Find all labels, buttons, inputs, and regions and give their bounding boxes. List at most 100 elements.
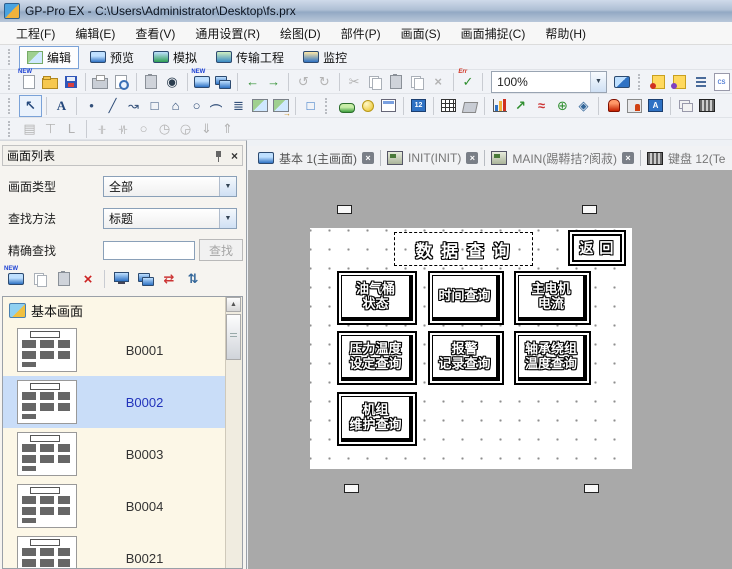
transfer-project-button[interactable]: 传输工程	[208, 46, 292, 69]
trend-graph-part-button[interactable]: ≈	[531, 96, 552, 116]
design-surface[interactable]: 数 据 查 询 返 回 油气桶 状态 时间查询	[310, 228, 632, 469]
recipe-part-button[interactable]	[459, 96, 480, 116]
save-button[interactable]	[60, 72, 81, 92]
tab-close-icon[interactable]: ×	[466, 152, 478, 164]
zoom-level-combobox[interactable]: 100% ▼	[491, 71, 607, 93]
list-scrollbar[interactable]: ▲	[225, 297, 242, 568]
zoom-dropdown-arrow[interactable]: ▼	[590, 72, 606, 92]
simulate-mode-button[interactable]: 模拟	[145, 46, 205, 69]
place-image-button[interactable]	[249, 96, 270, 116]
selection-handle[interactable]	[337, 205, 352, 214]
tab-main[interactable]: MAIN(踢鞯拮?阂菽) ×	[485, 150, 640, 167]
exact-search-input[interactable]	[103, 241, 195, 260]
keyboard-part-button[interactable]	[696, 96, 717, 116]
arc-tool-button[interactable]: (	[207, 96, 228, 116]
bar-graph-part-button[interactable]	[489, 96, 510, 116]
lamp-part-button[interactable]	[357, 96, 378, 116]
redo-button[interactable]: ↻	[314, 72, 335, 92]
delete-button[interactable]: ×	[428, 72, 449, 92]
tree-root-base-screens[interactable]: 基本画面	[3, 297, 242, 324]
move-down-button[interactable]: ⇓	[196, 119, 217, 139]
time-query-button-object[interactable]: 时间查询	[428, 271, 504, 325]
polygon-tool-button[interactable]: ⌂	[165, 96, 186, 116]
screen-list-item-selected[interactable]: B0002	[3, 376, 242, 428]
alarm-part-button[interactable]	[603, 96, 624, 116]
pin-icon[interactable]	[213, 150, 225, 162]
transfer-settings-button[interactable]	[690, 72, 711, 92]
new-screen-button[interactable]: NEW	[191, 72, 212, 92]
transfer-receive-button[interactable]	[669, 72, 690, 92]
special-data-part-button[interactable]: ◈	[573, 96, 594, 116]
menu-view[interactable]: 查看(V)	[125, 22, 185, 45]
selection-handle[interactable]	[582, 205, 597, 214]
tab-close-icon[interactable]: ×	[362, 152, 374, 164]
scroll-up-button[interactable]: ▲	[226, 297, 241, 312]
fit-screen-button[interactable]	[611, 72, 632, 92]
menu-draw[interactable]: 绘图(D)	[270, 22, 331, 45]
screen-list-item[interactable]: B0001	[3, 324, 242, 376]
rectangle-tool-button[interactable]: □	[144, 96, 165, 116]
counter-button[interactable]: ◶	[175, 119, 196, 139]
data-display-part-button[interactable]	[378, 96, 399, 116]
move-up-button[interactable]: ⇑	[217, 119, 238, 139]
new-file-button[interactable]: NEW	[18, 72, 39, 92]
part-placement-button[interactable]: ▤	[19, 119, 40, 139]
message-display-part-button[interactable]: A	[645, 96, 666, 116]
bearing-winding-temp-button-object[interactable]: 轴承绕组 温度查询	[514, 331, 591, 385]
screen-list-item[interactable]: B0004	[3, 480, 242, 532]
date-display-part-button[interactable]: 12	[408, 96, 429, 116]
menu-edit[interactable]: 编辑(E)	[65, 22, 125, 45]
previous-screen-button[interactable]: ←	[242, 72, 263, 92]
screen-step-button[interactable]: ⇅	[181, 269, 205, 289]
text-tool-button[interactable]: A	[51, 96, 72, 116]
ellipse-tool-button[interactable]: ○	[186, 96, 207, 116]
scale-tool-button[interactable]: ≣	[228, 96, 249, 116]
list-paste-button[interactable]	[52, 269, 76, 289]
print-preview-button[interactable]	[111, 72, 132, 92]
preview-mode-button[interactable]: 预览	[82, 46, 142, 69]
tab-keyboard-12[interactable]: 键盘 12(Te	[641, 150, 731, 167]
screen-type-select[interactable]: 全部 ▼	[103, 176, 237, 197]
list-delete-button[interactable]: ×	[76, 269, 100, 289]
dot-tool-button[interactable]: •	[81, 96, 102, 116]
paste-button[interactable]	[386, 72, 407, 92]
paste-special-button[interactable]	[407, 72, 428, 92]
error-check-button[interactable]: ✓Err	[457, 72, 478, 92]
menu-parts[interactable]: 部件(P)	[331, 22, 391, 45]
alarm-record-query-button-object[interactable]: 报警 记录查询	[428, 331, 504, 385]
copy-button[interactable]	[365, 72, 386, 92]
transfer-send-button[interactable]	[648, 72, 669, 92]
switch-part-button[interactable]	[336, 96, 357, 116]
cs-tool-button[interactable]: cs	[711, 72, 732, 92]
window-part-button[interactable]	[675, 96, 696, 116]
screen-copy-button[interactable]	[133, 269, 157, 289]
data-grid-part-button[interactable]	[438, 96, 459, 116]
chevron-down-icon[interactable]: ▼	[219, 209, 236, 228]
menu-help[interactable]: 帮助(H)	[535, 22, 596, 45]
sampling-part-button[interactable]: ⊕	[552, 96, 573, 116]
undo-button[interactable]: ↺	[293, 72, 314, 92]
select-tool-button[interactable]: ↖	[19, 95, 42, 117]
menu-screen[interactable]: 画面(S)	[391, 22, 451, 45]
list-new-screen-button[interactable]: NEW	[4, 269, 28, 289]
selection-handle[interactable]	[584, 484, 599, 493]
paste-board-button[interactable]	[141, 72, 162, 92]
contact-no-button[interactable]: -||-	[91, 119, 112, 139]
tab-close-icon[interactable]: ×	[622, 152, 634, 164]
line-tool-button[interactable]: ╱	[102, 96, 123, 116]
display-monitor-button[interactable]	[109, 269, 133, 289]
chevron-down-icon[interactable]: ▼	[219, 177, 236, 196]
next-screen-button[interactable]: →	[263, 72, 284, 92]
search-method-select[interactable]: 标题 ▼	[103, 208, 237, 229]
oil-tank-status-button-object[interactable]: 油气桶 状态	[337, 271, 417, 325]
tag-tool-button[interactable]: L	[61, 119, 82, 139]
panel-close-icon[interactable]: ×	[231, 151, 238, 161]
duplicate-screen-button[interactable]	[212, 72, 233, 92]
main-motor-current-button-object[interactable]: 主电机 电流	[514, 271, 591, 325]
pressure-temp-setting-button-object[interactable]: 压力温度 设定查询	[337, 331, 417, 385]
contact-nc-button[interactable]: -|/|-	[112, 119, 133, 139]
polyline-tool-button[interactable]: ↝	[123, 96, 144, 116]
picture-display-part-button[interactable]	[624, 96, 645, 116]
timer-button[interactable]: ◷	[154, 119, 175, 139]
find-button[interactable]: 查找	[199, 239, 243, 261]
